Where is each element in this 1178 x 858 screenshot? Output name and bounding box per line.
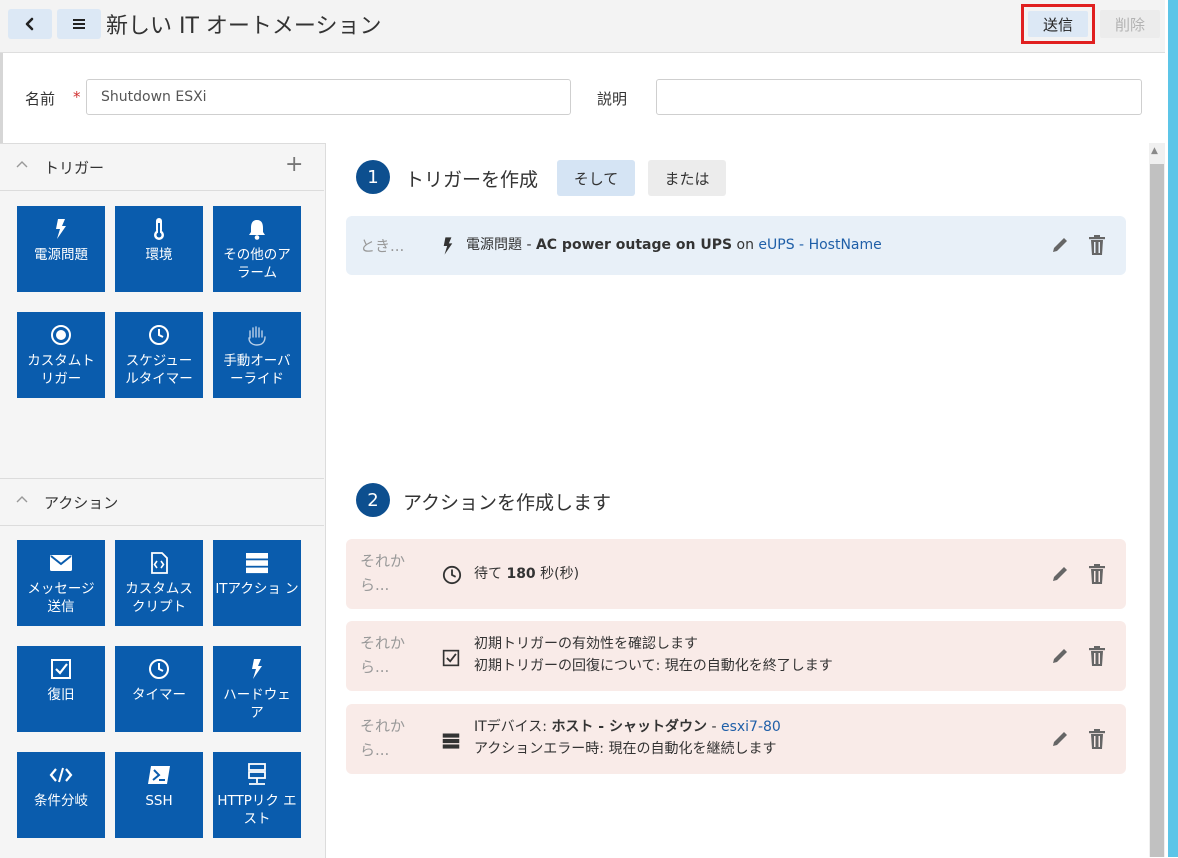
action-tile-hardware[interactable]: ハードウェ ア [213,646,301,732]
description-label: 説明 [597,90,628,108]
required-mark: * [73,88,81,106]
bell-icon [249,220,265,240]
scrollbar-thumb[interactable] [1150,164,1164,857]
hamburger-menu-icon [73,19,85,29]
delete-button[interactable]: 削除 [1100,10,1160,38]
network-icon [248,763,266,785]
action-card-wait-text: 待て 180 秒(秒) [474,566,580,582]
action-card-it-device[interactable]: それか ら... ITデバイス: ホスト - シャットダウン - esxi7-80… [346,704,1126,774]
server-stack-icon [442,733,460,749]
action-card-recovery[interactable]: それか ら... 初期トリガーの有効性を確認します 初期トリガーの回復について: 現… [346,621,1126,691]
action-tile-timer[interactable]: タイマー [115,646,203,732]
trigger-tile-schedule[interactable]: スケジュー ルタイマー [115,312,203,398]
it-device-link[interactable]: esxi7-80 [721,719,781,735]
clock-icon [149,325,169,345]
action-tile-custom-script[interactable]: カスタムス クリプト [115,540,203,626]
trigger-tile-other-alarm[interactable]: その他のア ラーム [213,206,301,292]
step-1-title: トリガーを作成 [405,169,539,191]
trigger-tile-manual-override[interactable]: 手動オーバ ーライド [213,312,301,398]
pencil-icon[interactable] [1050,729,1070,749]
trigger-tile-environment[interactable]: 環境 [115,206,203,292]
action-section-label: アクション [44,494,119,512]
action-card-it-device-text: ITデバイス: ホスト - シャットダウン - esxi7-80 アクションエラー… [474,719,781,757]
chevron-up-icon [16,496,28,503]
chevron-up-icon [16,161,28,168]
trash-icon[interactable] [1088,563,1106,585]
pencil-icon[interactable] [1050,646,1070,666]
terminal-icon [148,766,170,784]
action-tile-conditional[interactable]: 条件分岐 [17,752,105,838]
action-tile-it-action[interactable]: ITアクショ ン [213,540,301,626]
checkbox-icon [51,659,71,679]
trigger-section-header[interactable]: トリガー + [0,144,324,191]
trash-icon[interactable] [1088,728,1106,750]
chevron-left-icon [25,17,34,31]
trash-icon[interactable] [1088,234,1106,256]
trigger-card[interactable]: とき... 電源問題 - AC power outage on UPS on e… [346,216,1126,275]
window-edge [1168,0,1178,857]
action-section-header[interactable]: アクション [0,478,324,526]
clock-icon [442,565,462,585]
back-button[interactable] [8,9,52,39]
thermometer-icon [154,218,164,240]
step-2-badge: 2 [356,483,390,517]
action-tile-ssh[interactable]: SSH [115,752,203,838]
action-tile-http-request[interactable]: HTTPリク エスト [213,752,301,838]
add-trigger-button[interactable]: + [285,152,303,177]
envelope-icon [50,555,72,571]
script-file-icon [151,552,168,574]
step-2-title: アクションを作成します [403,492,612,514]
action-tile-send-message[interactable]: メッセージ 送信 [17,540,105,626]
scroll-up-arrow-icon[interactable]: ▲ [1151,146,1158,156]
menu-button[interactable] [57,9,101,39]
name-input[interactable]: Shutdown ESXi [86,79,571,115]
clock-icon [149,659,169,679]
name-label: 名前 [25,90,56,108]
pencil-icon[interactable] [1050,564,1070,584]
target-icon [51,325,71,345]
trash-icon[interactable] [1088,645,1106,667]
step-1-badge: 1 [356,160,390,194]
trigger-card-prefix: とき... [360,237,405,255]
header-bar: 新しい IT オートメーション 送信 削除 [0,0,1165,53]
and-toggle-button[interactable]: そして [557,160,635,196]
trigger-device-link[interactable]: eUPS - HostName [758,237,881,253]
checkbox-icon [442,649,460,667]
action-card-recovery-text: 初期トリガーの有効性を確認します 初期トリガーの回復について: 現在の自動化を終了… [474,636,833,674]
trigger-section-label: トリガー [44,159,105,177]
lightning-icon [56,219,66,239]
server-stack-icon [246,553,268,574]
trigger-tile-power[interactable]: 電源問題 [17,206,105,292]
submit-highlight: 送信 [1021,4,1095,44]
trigger-card-text: 電源問題 - AC power outage on UPS on eUPS - … [466,237,882,253]
lightning-icon [443,237,453,255]
submit-button[interactable]: 送信 [1028,11,1088,37]
lightning-icon [252,659,262,679]
description-input[interactable] [656,79,1142,115]
action-card-wait[interactable]: それか ら... 待て 180 秒(秒) [346,539,1126,609]
page-title: 新しい IT オートメーション [106,14,382,39]
code-icon [49,767,73,783]
pencil-icon[interactable] [1050,235,1070,255]
action-tile-recovery[interactable]: 復旧 [17,646,105,732]
trigger-tile-custom[interactable]: カスタムト リガー [17,312,105,398]
hand-icon [248,326,266,346]
or-toggle-button[interactable]: または [648,160,726,196]
